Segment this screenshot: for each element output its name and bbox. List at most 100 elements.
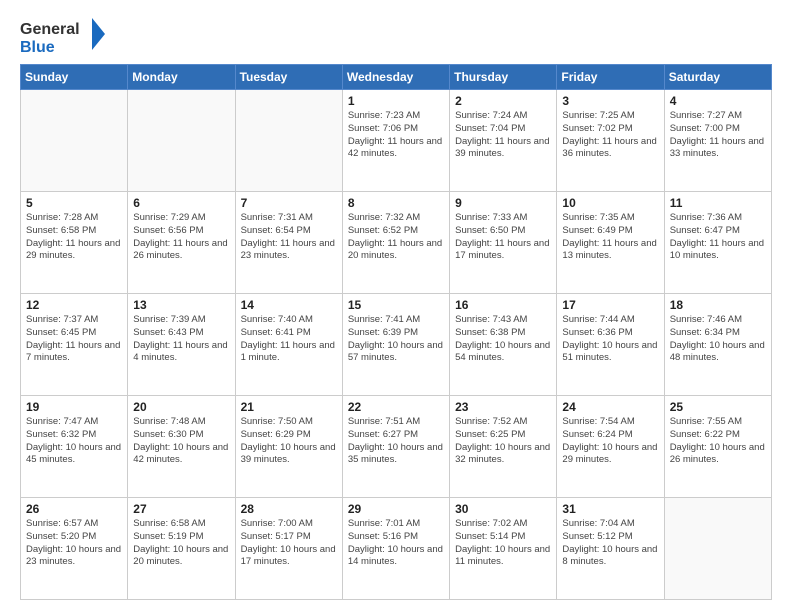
calendar-week-row: 1 Sunrise: 7:23 AM Sunset: 7:06 PM Daylig…: [21, 90, 772, 192]
day-number: 9: [455, 196, 551, 210]
calendar-cell: 23 Sunrise: 7:52 AM Sunset: 6:25 PM Dayli…: [450, 396, 557, 498]
day-number: 12: [26, 298, 122, 312]
day-number: 1: [348, 94, 444, 108]
day-of-week-header: Wednesday: [342, 65, 449, 90]
calendar-cell: 30Sunrise: 7:02 AM Sunset: 5:14 PM Dayli…: [450, 498, 557, 600]
calendar-cell: 13 Sunrise: 7:39 AM Sunset: 6:43 PM Dayli…: [128, 294, 235, 396]
day-info: Sunrise: 7:54 AM Sunset: 6:24 PM Dayligh…: [562, 416, 658, 467]
calendar-cell: 25 Sunrise: 7:55 AM Sunset: 6:22 PM Dayli…: [664, 396, 771, 498]
calendar-cell: 16 Sunrise: 7:43 AM Sunset: 6:38 PM Dayli…: [450, 294, 557, 396]
svg-text:Blue: Blue: [20, 39, 55, 54]
calendar-week-row: 5 Sunrise: 7:28 AM Sunset: 6:58 PM Daylig…: [21, 192, 772, 294]
page: GeneralBlue SundayMondayTuesdayWednesday…: [0, 0, 792, 612]
day-number: 3: [562, 94, 658, 108]
calendar-week-row: 19 Sunrise: 7:47 AM Sunset: 6:32 PM Dayli…: [21, 396, 772, 498]
day-info: Sunrise: 7:01 AM Sunset: 5:16 PM Dayligh…: [348, 518, 444, 569]
day-number: 5: [26, 196, 122, 210]
calendar-cell: 17 Sunrise: 7:44 AM Sunset: 6:36 PM Dayli…: [557, 294, 664, 396]
calendar-cell: 11 Sunrise: 7:36 AM Sunset: 6:47 PM Dayli…: [664, 192, 771, 294]
calendar-cell: 9 Sunrise: 7:33 AM Sunset: 6:50 PM Daylig…: [450, 192, 557, 294]
day-info: Sunrise: 7:48 AM Sunset: 6:30 PM Dayligh…: [133, 416, 229, 467]
calendar-cell: [128, 90, 235, 192]
day-number: 20: [133, 400, 229, 414]
calendar-cell: 19 Sunrise: 7:47 AM Sunset: 6:32 PM Dayli…: [21, 396, 128, 498]
day-info: Sunrise: 7:40 AM Sunset: 6:41 PM Dayligh…: [241, 314, 337, 365]
day-info: Sunrise: 7:00 AM Sunset: 5:17 PM Dayligh…: [241, 518, 337, 569]
day-number: 25: [670, 400, 766, 414]
day-number: 23: [455, 400, 551, 414]
day-number: 29: [348, 502, 444, 516]
day-number: 16: [455, 298, 551, 312]
day-info: Sunrise: 7:46 AM Sunset: 6:34 PM Dayligh…: [670, 314, 766, 365]
calendar-cell: 24 Sunrise: 7:54 AM Sunset: 6:24 PM Dayli…: [557, 396, 664, 498]
day-info: Sunrise: 7:37 AM Sunset: 6:45 PM Dayligh…: [26, 314, 122, 365]
day-info: Sunrise: 7:50 AM Sunset: 6:29 PM Dayligh…: [241, 416, 337, 467]
day-number: 10: [562, 196, 658, 210]
calendar-cell: 2 Sunrise: 7:24 AM Sunset: 7:04 PM Daylig…: [450, 90, 557, 192]
day-number: 19: [26, 400, 122, 414]
calendar-cell: 18 Sunrise: 7:46 AM Sunset: 6:34 PM Dayli…: [664, 294, 771, 396]
day-number: 18: [670, 298, 766, 312]
day-number: 14: [241, 298, 337, 312]
day-number: 13: [133, 298, 229, 312]
day-of-week-header: Friday: [557, 65, 664, 90]
day-number: 30: [455, 502, 551, 516]
day-info: Sunrise: 7:35 AM Sunset: 6:49 PM Dayligh…: [562, 212, 658, 263]
calendar-cell: 5 Sunrise: 7:28 AM Sunset: 6:58 PM Daylig…: [21, 192, 128, 294]
day-of-week-header: Thursday: [450, 65, 557, 90]
day-info: Sunrise: 7:36 AM Sunset: 6:47 PM Dayligh…: [670, 212, 766, 263]
header: GeneralBlue: [20, 16, 772, 54]
day-info: Sunrise: 7:28 AM Sunset: 6:58 PM Dayligh…: [26, 212, 122, 263]
day-info: Sunrise: 7:27 AM Sunset: 7:00 PM Dayligh…: [670, 110, 766, 161]
calendar-cell: 28Sunrise: 7:00 AM Sunset: 5:17 PM Dayli…: [235, 498, 342, 600]
day-info: Sunrise: 6:58 AM Sunset: 5:19 PM Dayligh…: [133, 518, 229, 569]
day-info: Sunrise: 7:47 AM Sunset: 6:32 PM Dayligh…: [26, 416, 122, 467]
day-info: Sunrise: 7:43 AM Sunset: 6:38 PM Dayligh…: [455, 314, 551, 365]
day-info: Sunrise: 7:51 AM Sunset: 6:27 PM Dayligh…: [348, 416, 444, 467]
day-info: Sunrise: 7:33 AM Sunset: 6:50 PM Dayligh…: [455, 212, 551, 263]
day-info: Sunrise: 7:23 AM Sunset: 7:06 PM Dayligh…: [348, 110, 444, 161]
day-info: Sunrise: 7:32 AM Sunset: 6:52 PM Dayligh…: [348, 212, 444, 263]
calendar-cell: 10 Sunrise: 7:35 AM Sunset: 6:49 PM Dayli…: [557, 192, 664, 294]
day-number: 2: [455, 94, 551, 108]
day-number: 4: [670, 94, 766, 108]
day-of-week-header: Sunday: [21, 65, 128, 90]
day-number: 8: [348, 196, 444, 210]
day-number: 26: [26, 502, 122, 516]
day-info: Sunrise: 7:31 AM Sunset: 6:54 PM Dayligh…: [241, 212, 337, 263]
day-info: Sunrise: 7:39 AM Sunset: 6:43 PM Dayligh…: [133, 314, 229, 365]
day-info: Sunrise: 7:04 AM Sunset: 5:12 PM Dayligh…: [562, 518, 658, 569]
calendar-cell: 7 Sunrise: 7:31 AM Sunset: 6:54 PM Daylig…: [235, 192, 342, 294]
calendar-cell: 15 Sunrise: 7:41 AM Sunset: 6:39 PM Dayli…: [342, 294, 449, 396]
calendar-header-row: SundayMondayTuesdayWednesdayThursdayFrid…: [21, 65, 772, 90]
logo: GeneralBlue: [20, 16, 110, 54]
day-number: 6: [133, 196, 229, 210]
day-info: Sunrise: 7:41 AM Sunset: 6:39 PM Dayligh…: [348, 314, 444, 365]
day-number: 27: [133, 502, 229, 516]
day-info: Sunrise: 7:24 AM Sunset: 7:04 PM Dayligh…: [455, 110, 551, 161]
day-number: 11: [670, 196, 766, 210]
day-number: 24: [562, 400, 658, 414]
day-number: 15: [348, 298, 444, 312]
day-info: Sunrise: 7:44 AM Sunset: 6:36 PM Dayligh…: [562, 314, 658, 365]
calendar-cell: 29 Sunrise: 7:01 AM Sunset: 5:16 PM Dayli…: [342, 498, 449, 600]
day-info: Sunrise: 7:55 AM Sunset: 6:22 PM Dayligh…: [670, 416, 766, 467]
calendar-cell: 27 Sunrise: 6:58 AM Sunset: 5:19 PM Dayli…: [128, 498, 235, 600]
day-info: Sunrise: 7:25 AM Sunset: 7:02 PM Dayligh…: [562, 110, 658, 161]
calendar-cell: 31Sunrise: 7:04 AM Sunset: 5:12 PM Dayli…: [557, 498, 664, 600]
day-number: 17: [562, 298, 658, 312]
calendar-cell: 6Sunrise: 7:29 AM Sunset: 6:56 PM Daylig…: [128, 192, 235, 294]
day-number: 7: [241, 196, 337, 210]
day-number: 22: [348, 400, 444, 414]
day-info: Sunrise: 7:52 AM Sunset: 6:25 PM Dayligh…: [455, 416, 551, 467]
day-of-week-header: Tuesday: [235, 65, 342, 90]
calendar-cell: [21, 90, 128, 192]
day-number: 21: [241, 400, 337, 414]
calendar-cell: 22 Sunrise: 7:51 AM Sunset: 6:27 PM Dayli…: [342, 396, 449, 498]
calendar-cell: 21 Sunrise: 7:50 AM Sunset: 6:29 PM Dayli…: [235, 396, 342, 498]
day-info: Sunrise: 6:57 AM Sunset: 5:20 PM Dayligh…: [26, 518, 122, 569]
calendar-cell: 26 Sunrise: 6:57 AM Sunset: 5:20 PM Dayli…: [21, 498, 128, 600]
calendar-cell: 20 Sunrise: 7:48 AM Sunset: 6:30 PM Dayli…: [128, 396, 235, 498]
calendar-cell: 3 Sunrise: 7:25 AM Sunset: 7:02 PM Daylig…: [557, 90, 664, 192]
calendar-cell: [235, 90, 342, 192]
